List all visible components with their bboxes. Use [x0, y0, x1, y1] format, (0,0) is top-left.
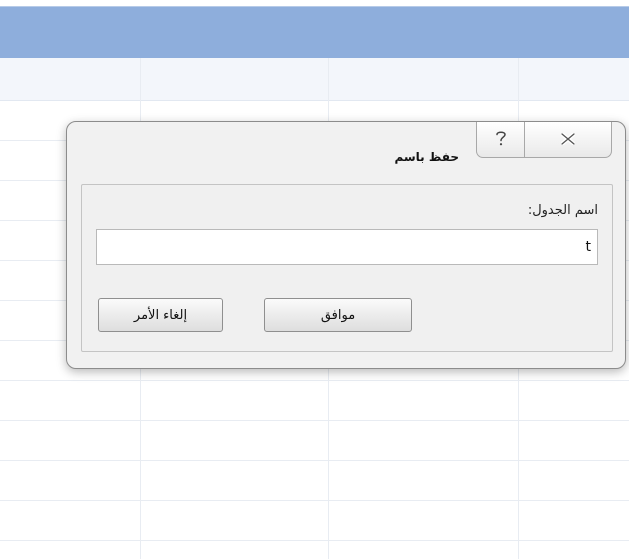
save-as-dialog: حفظ باسم اسم الجدول: موافق إلغاء الأمر	[66, 121, 626, 369]
table-name-input[interactable]	[96, 229, 598, 265]
column-header-row	[0, 58, 629, 101]
ok-button[interactable]: موافق	[264, 298, 412, 332]
dialog-title: حفظ باسم	[394, 150, 459, 164]
dialog-panel: اسم الجدول: موافق إلغاء الأمر	[81, 184, 613, 352]
table-name-label: اسم الجدول:	[527, 203, 598, 218]
help-icon	[494, 129, 508, 151]
cancel-button[interactable]: إلغاء الأمر	[98, 298, 223, 332]
grid-line	[0, 380, 629, 381]
screen: حفظ باسم اسم الجدول: موافق إلغاء الأمر	[0, 0, 629, 559]
close-button[interactable]	[524, 122, 612, 158]
ribbon-bar	[0, 6, 629, 59]
grid-line	[0, 420, 629, 421]
help-button[interactable]	[476, 122, 525, 158]
grid-line	[0, 460, 629, 461]
grid-line	[0, 500, 629, 501]
close-icon	[560, 130, 576, 149]
grid-line	[0, 540, 629, 541]
